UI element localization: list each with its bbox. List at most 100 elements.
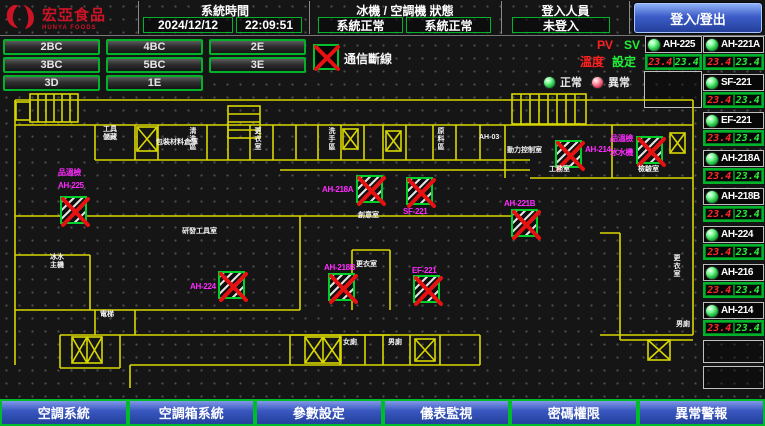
equip-tag: 冰水機 bbox=[610, 147, 633, 158]
floor-button-4bc[interactable]: 4BC bbox=[106, 39, 203, 55]
comm-loss-icon bbox=[313, 44, 339, 70]
nav-button-meter-monitor[interactable]: 儀表監視 bbox=[383, 399, 511, 426]
unit-status-led bbox=[647, 38, 661, 52]
header-bar: 宏亞食品 HUNYA FOODS 系統時間 2024/12/12 22:09:5… bbox=[0, 0, 765, 36]
unit-row-sf-221[interactable]: SF-221 bbox=[703, 74, 764, 91]
unit-values-ah-214: 23.4 23.4 bbox=[703, 320, 764, 336]
nav-button-ac-system[interactable]: 空調系統 bbox=[0, 399, 128, 426]
floor-button-2bc[interactable]: 2BC bbox=[3, 39, 100, 55]
equip-tag: AH-214 bbox=[585, 145, 611, 154]
nav-button-alarm[interactable]: 異常警報 bbox=[638, 399, 765, 426]
equip-tag: AH-221B bbox=[504, 199, 535, 208]
pv-header: PV bbox=[597, 38, 613, 52]
room-label: 清洗區 bbox=[188, 127, 196, 159]
room-label: 男廁 bbox=[676, 321, 690, 329]
brand-logo: 宏亞食品 HUNYA FOODS bbox=[4, 2, 106, 32]
unit-name: AH-225 bbox=[663, 39, 695, 50]
floor-button-3e[interactable]: 3E bbox=[209, 57, 306, 73]
header-divider bbox=[138, 1, 139, 34]
equip-tag: 品溫檢 bbox=[58, 167, 81, 178]
hunya-logo-icon bbox=[4, 2, 38, 32]
comm-loss-label: 通信斷線 bbox=[344, 50, 392, 67]
unit-status-led bbox=[705, 152, 719, 166]
hmi-screen: 宏亞食品 HUNYA FOODS 系統時間 2024/12/12 22:09:5… bbox=[0, 0, 765, 426]
unit-status-led bbox=[705, 304, 719, 318]
pv-value: 23.4 bbox=[705, 170, 734, 182]
equip-tag: AH-225 bbox=[58, 181, 84, 190]
unit-values-ef-221: 23.4 23.4 bbox=[703, 130, 764, 146]
unit-status-led bbox=[705, 76, 719, 90]
unit-values-ah-224: 23.4 23.4 bbox=[703, 244, 764, 260]
pv-value: 23.4 bbox=[705, 208, 734, 220]
equipment-icon-ef-221[interactable] bbox=[413, 275, 440, 303]
empty-panel-box bbox=[703, 366, 764, 389]
room-label: 工具儲藏 bbox=[103, 126, 119, 142]
chiller-status-value: 系統正常 bbox=[318, 17, 403, 33]
equip-tag: SF-221 bbox=[403, 207, 427, 216]
room-label: AH-03 bbox=[479, 134, 499, 142]
brand-name: 宏亞食品 bbox=[42, 4, 106, 25]
sv-header: SV bbox=[624, 38, 640, 52]
nav-button-password-auth[interactable]: 密碼權限 bbox=[510, 399, 638, 426]
room-label: 創意室 bbox=[358, 212, 379, 220]
nav-button-ahu-system[interactable]: 空調箱系統 bbox=[128, 399, 256, 426]
unit-row-ah-216[interactable]: AH-216 bbox=[703, 264, 764, 281]
equip-tag: 品溫檢 bbox=[610, 133, 633, 144]
system-date-value: 2024/12/12 bbox=[143, 17, 233, 33]
brand-text: 宏亞食品 HUNYA FOODS bbox=[42, 4, 106, 31]
unit-row-ah-218a[interactable]: AH-218A bbox=[703, 150, 764, 167]
sv-value: 23.4 bbox=[734, 56, 763, 68]
equipment-icon-ah-221a[interactable] bbox=[636, 136, 663, 164]
room-label: 電梯 bbox=[100, 311, 114, 319]
unit-values-ah-216: 23.4 23.4 bbox=[703, 282, 764, 298]
pv-value: 23.4 bbox=[705, 132, 734, 144]
sv-value: 23.4 bbox=[734, 284, 763, 296]
room-label: 更衣室 bbox=[356, 261, 377, 269]
unit-name: AH-218B bbox=[721, 191, 760, 202]
pv-value: 23.4 bbox=[705, 94, 734, 106]
login-user-value: 未登入 bbox=[512, 17, 610, 33]
unit-status-led bbox=[705, 266, 719, 280]
unit-row-ah-224[interactable]: AH-224 bbox=[703, 226, 764, 243]
system-clock-value: 22:09:51 bbox=[236, 17, 302, 33]
unit-status-led bbox=[705, 114, 719, 128]
equipment-icon-ah-224[interactable] bbox=[218, 271, 245, 299]
floor-button-2e[interactable]: 2E bbox=[209, 39, 306, 55]
unit-values-sf-221: 23.4 23.4 bbox=[703, 92, 764, 108]
nav-button-param-settings[interactable]: 參數設定 bbox=[255, 399, 383, 426]
bottom-nav: 空調系統 空調箱系統 參數設定 儀表監視 密碼權限 異常警報 bbox=[0, 399, 765, 426]
room-label: 更衣室 bbox=[672, 254, 680, 288]
empty-panel-box bbox=[703, 340, 764, 363]
equipment-icon-sf-221[interactable] bbox=[406, 177, 433, 205]
unit-name: AH-216 bbox=[721, 267, 753, 278]
login-logout-button[interactable]: 登入/登出 bbox=[634, 3, 762, 33]
equipment-icon-ah-221b[interactable] bbox=[511, 209, 538, 237]
room-label: 研發工具室 bbox=[182, 228, 217, 236]
unit-row-ef-221[interactable]: EF-221 bbox=[703, 112, 764, 129]
equipment-icon-ah-225[interactable] bbox=[60, 196, 87, 224]
unit-row-ah-221a[interactable]: AH-221A bbox=[703, 36, 764, 53]
room-label: 檢驗室 bbox=[638, 166, 659, 174]
floor-button-3bc[interactable]: 3BC bbox=[3, 57, 100, 73]
unit-name: AH-221A bbox=[721, 39, 760, 50]
header-divider bbox=[309, 1, 310, 34]
equipment-icon-ah-218b[interactable] bbox=[328, 273, 355, 301]
equipment-icon-ah-214[interactable] bbox=[555, 140, 582, 168]
unit-name: AH-214 bbox=[721, 305, 753, 316]
unit-name: EF-221 bbox=[721, 115, 751, 126]
floor-button-5bc[interactable]: 5BC bbox=[106, 57, 203, 73]
sv-value: 23.4 bbox=[734, 132, 763, 144]
unit-values-ah-221a: 23.4 23.4 bbox=[703, 54, 764, 70]
unit-row-ah-218b[interactable]: AH-218B bbox=[703, 188, 764, 205]
unit-row-ah-214[interactable]: AH-214 bbox=[703, 302, 764, 319]
unit-row-ah-225[interactable]: AH-225 bbox=[645, 36, 702, 53]
equipment-icon-ah-218a[interactable] bbox=[356, 175, 383, 203]
sv-value: 23.4 bbox=[734, 322, 763, 334]
room-label: 更衣室 bbox=[253, 127, 261, 159]
sv-value: 23.4 bbox=[734, 246, 763, 258]
equip-tag: AH-224 bbox=[190, 282, 216, 291]
ac-status-value: 系統正常 bbox=[406, 17, 491, 33]
unit-name: AH-224 bbox=[721, 229, 753, 240]
pv-label: 溫度 bbox=[580, 53, 604, 70]
abnormal-led-icon bbox=[591, 76, 604, 89]
